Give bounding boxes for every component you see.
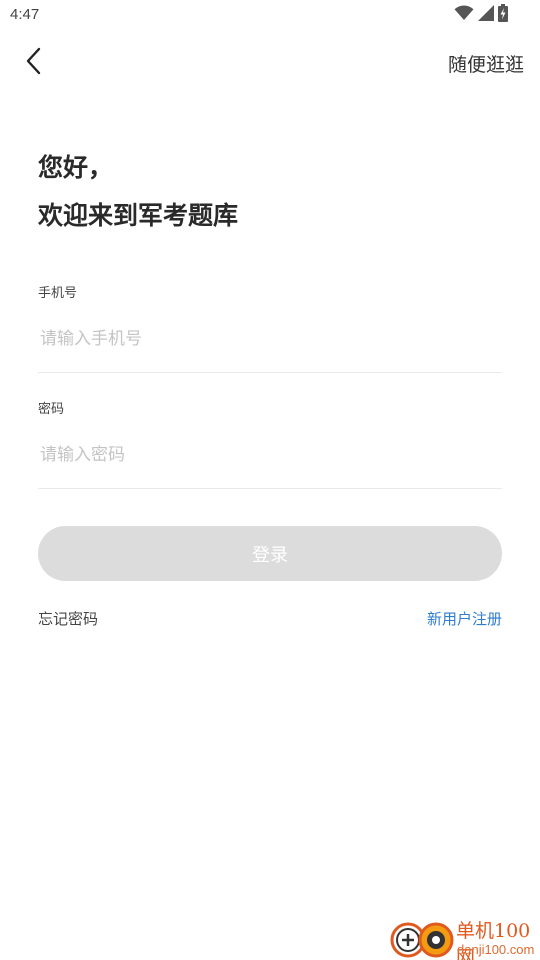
phone-divider <box>38 372 502 373</box>
status-time: 4:47 <box>10 6 40 23</box>
password-label: 密码 <box>38 402 65 417</box>
wifi-icon <box>454 5 474 25</box>
back-button[interactable] <box>18 46 50 80</box>
password-divider <box>38 488 502 489</box>
phone-input[interactable] <box>38 319 502 359</box>
forgot-password-link[interactable]: 忘记密码 <box>38 608 98 629</box>
top-bar: 随便逛逛 <box>0 38 540 88</box>
browse-as-guest-link[interactable]: 随便逛逛 <box>448 50 524 77</box>
watermark-logo-icon <box>389 916 455 958</box>
register-link[interactable]: 新用户注册 <box>427 608 502 629</box>
watermark-domain: danji100.com <box>457 942 535 957</box>
password-input[interactable] <box>38 435 502 475</box>
status-icons <box>454 4 508 26</box>
watermark: 单机100网 danji100.com <box>389 914 539 960</box>
cellular-signal-icon <box>478 5 494 25</box>
phone-field: 手机号 <box>38 282 502 373</box>
password-field: 密码 <box>38 398 502 489</box>
chevron-left-icon <box>25 47 43 79</box>
greeting-line-1: 您好， <box>38 153 114 182</box>
status-bar: 4:47 <box>0 0 540 30</box>
login-button[interactable]: 登录 <box>38 526 502 581</box>
greeting-line-2: 欢迎来到军考题库 <box>38 201 239 230</box>
greeting: 您好， 欢迎来到军考题库 <box>38 144 238 240</box>
phone-label: 手机号 <box>38 286 78 301</box>
battery-charging-icon <box>498 4 508 26</box>
